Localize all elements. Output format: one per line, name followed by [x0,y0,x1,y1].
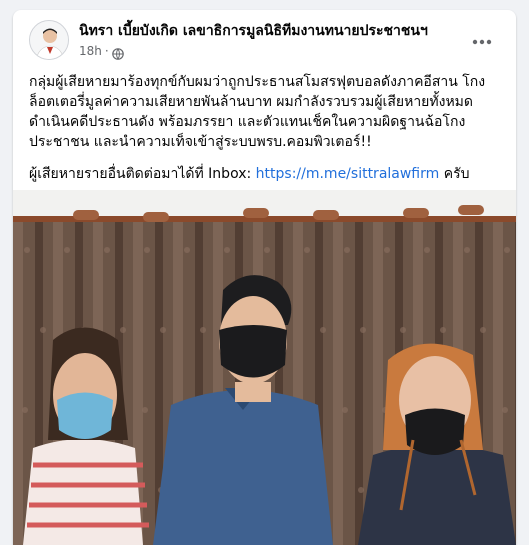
messenger-link[interactable]: https://m.me/sittralawfirm [256,166,440,182]
post-paragraph-contact: ผู้เสียหายรายอื่นติดต่อมาได้ที่ Inbox: h… [29,164,505,184]
post-meta: 18h · [79,43,124,60]
more-options-button[interactable] [468,28,496,50]
contact-prefix: ผู้เสียหายรายอื่นติดต่อมาได้ที่ Inbox: [29,166,256,182]
post-card: นิทรา เบี้ยบังเกิด เลขาธิการมูลนิธิทีมงา… [13,10,516,545]
post-photo[interactable] [13,190,516,545]
author-avatar[interactable] [29,20,69,60]
contact-suffix: ครับ [439,166,470,182]
post-body: กลุ่มผู้เสียหายมาร้องทุกข์กับผมว่าถูกประ… [29,72,505,196]
post-timestamp[interactable]: 18h [79,43,102,59]
post-header: นิทรา เบี้ยบังเกิด เลขาธิการมูลนิธิทีมงา… [13,10,516,70]
meta-separator: · [104,44,109,58]
author-name[interactable]: นิทรา เบี้ยบังเกิด เลขาธิการมูลนิธิทีมงา… [79,22,428,40]
post-paragraph: กลุ่มผู้เสียหายมาร้องทุกข์กับผมว่าถูกประ… [29,74,486,150]
globe-icon[interactable] [111,45,124,60]
more-options-icon [472,30,492,49]
